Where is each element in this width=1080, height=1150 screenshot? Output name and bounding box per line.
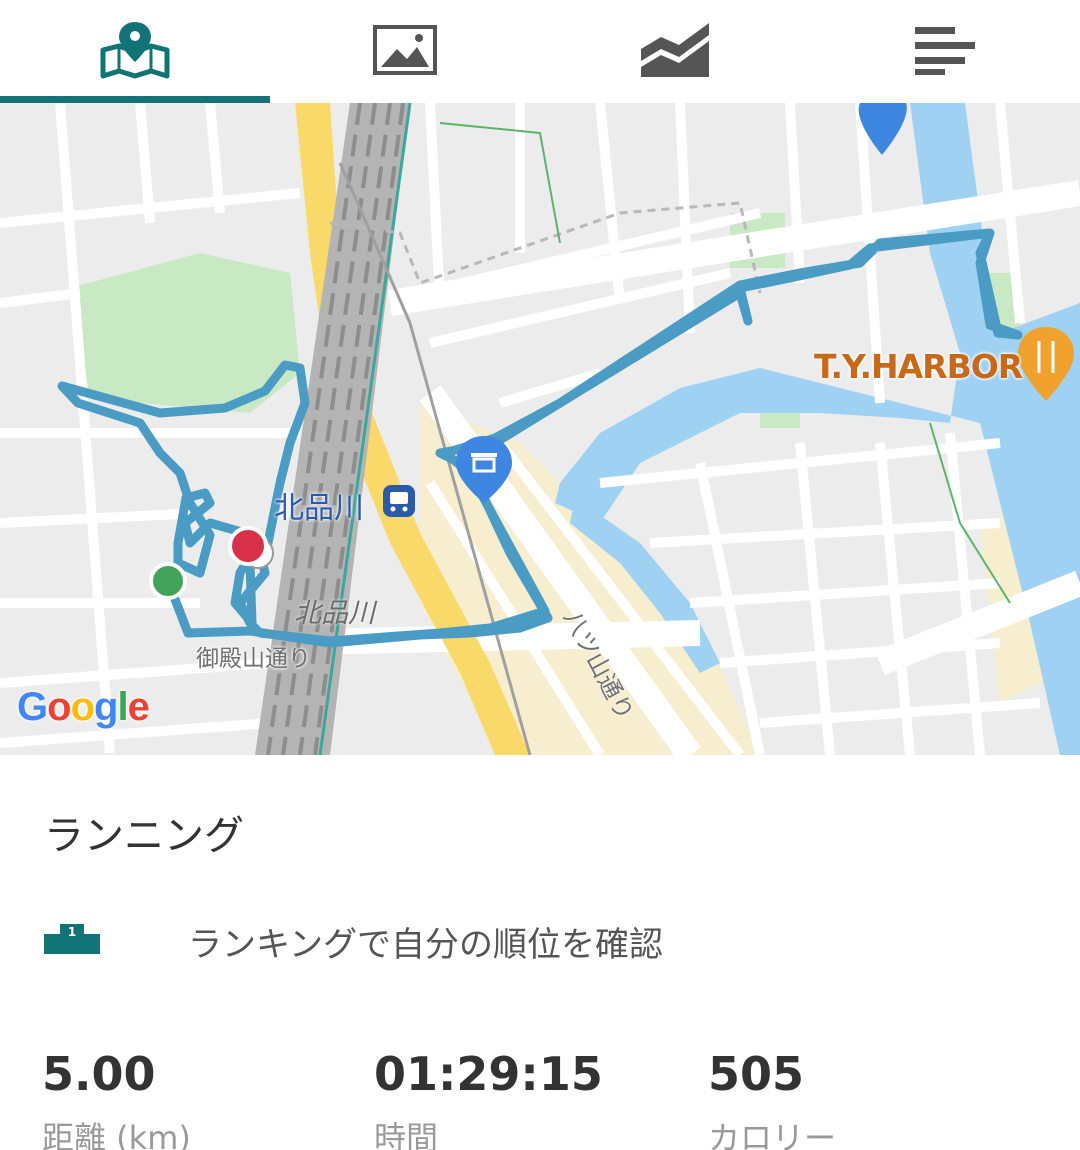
calories-value: 505 <box>708 1047 805 1101</box>
station-rail-label: 北品川 <box>294 598 375 629</box>
end-marker <box>228 526 268 566</box>
map-canvas <box>0 103 1080 755</box>
calories-label: カロリー <box>708 1119 837 1150</box>
stat-distance: 5.00 距離 (km) <box>42 1051 191 1150</box>
tab-map[interactable] <box>0 0 270 103</box>
time-label: 時間 <box>374 1119 439 1150</box>
station-label: 北品川 <box>274 491 364 526</box>
tab-details[interactable] <box>810 0 1080 103</box>
time-value: 01:29:15 <box>374 1047 603 1101</box>
tab-photos[interactable] <box>270 0 540 103</box>
route-map[interactable]: 北品川 北品川 御殿山通り 八ツ山通り T.Y.HARBOR Google <box>0 103 1080 755</box>
stat-time: 01:29:15 時間 <box>374 1051 603 1150</box>
details-icon <box>913 25 977 79</box>
photo-icon <box>373 24 437 79</box>
svg-text:1: 1 <box>68 925 76 939</box>
activity-title: ランニング <box>44 813 244 859</box>
street-label-gotenyama: 御殿山通り <box>196 646 311 672</box>
distance-value: 5.00 <box>42 1047 156 1101</box>
start-marker <box>149 562 187 600</box>
tab-bar <box>0 0 1080 103</box>
active-tab-indicator <box>0 96 270 103</box>
activity-summary: ランニング 1 ランキングで自分の順位を確認 5.00 距離 (km) 01:2… <box>0 755 1080 1150</box>
distance-label: 距離 (km) <box>42 1119 191 1150</box>
podium-icon: 1 <box>44 922 100 958</box>
poi-label-harbor: T.Y.HARBOR <box>814 347 1023 386</box>
tab-chart[interactable] <box>540 0 810 103</box>
stat-calories: 505 カロリー <box>708 1051 836 1150</box>
chart-icon <box>639 21 711 83</box>
google-logo: Google <box>17 685 150 729</box>
ranking-text: ランキングで自分の順位を確認 <box>188 925 663 965</box>
map-icon <box>99 20 171 84</box>
ranking-link[interactable]: 1 ランキングで自分の順位を確認 <box>0 905 1080 975</box>
